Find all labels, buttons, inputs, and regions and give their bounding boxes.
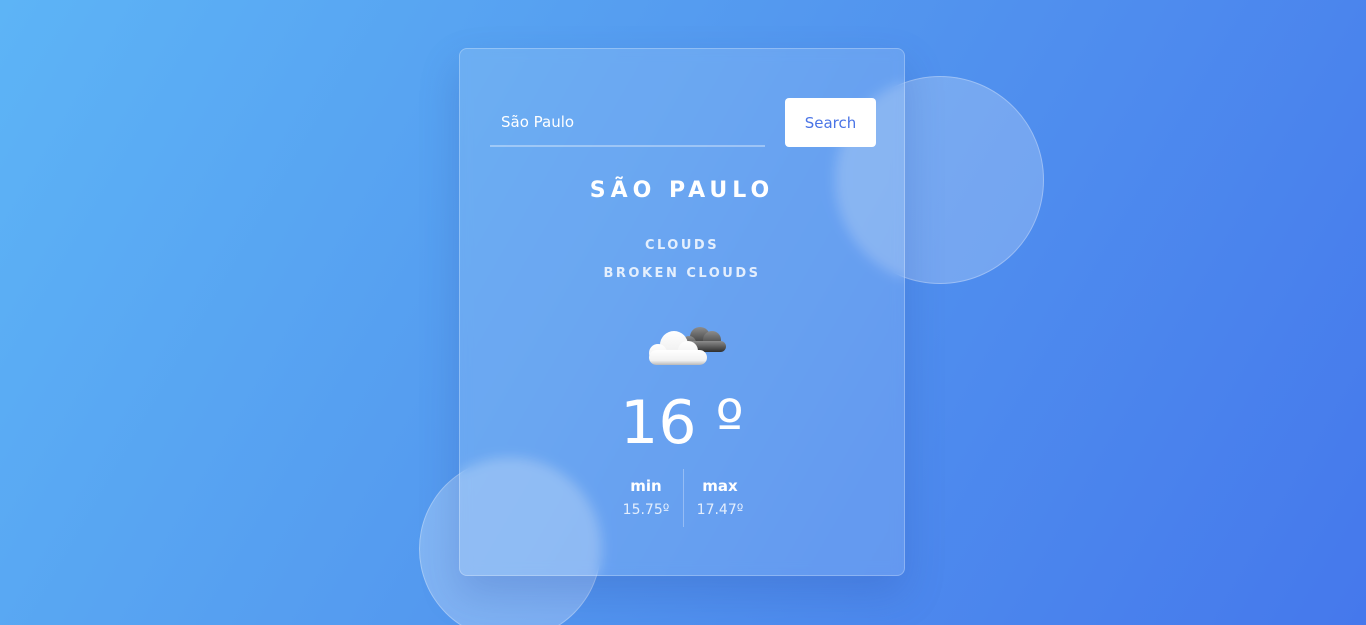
city-name: SÃO PAULO [589, 178, 775, 203]
max-label: max [702, 477, 738, 495]
temperature: 16 º [620, 388, 744, 458]
broken-clouds-icon [649, 327, 726, 365]
city-search-input[interactable] [490, 98, 765, 147]
max-value: 17.47º [696, 502, 744, 518]
weather-description: BROKEN CLOUDS [603, 266, 761, 281]
temperature-range: min 15.75º max 17.47º [460, 469, 904, 529]
weather-card: Search SÃO PAULO CLOUDS BROKEN CLOUDS [459, 48, 905, 576]
max-temperature: max 17.47º [670, 475, 770, 520]
search-button[interactable]: Search [785, 98, 876, 147]
weather-condition: CLOUDS [644, 238, 720, 253]
